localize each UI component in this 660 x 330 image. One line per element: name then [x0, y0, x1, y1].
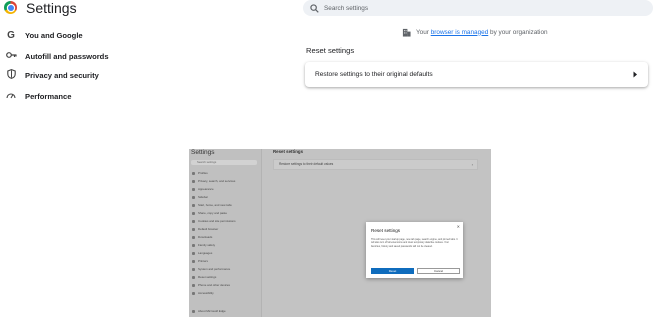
close-icon: ✕ [456, 224, 460, 229]
search-icon [310, 3, 319, 13]
embedded-reset-dialog: Reset settings ✕ This will reset your st… [366, 222, 463, 278]
managed-suffix: by your organization [490, 28, 548, 36]
google-g-icon: G [7, 29, 15, 41]
search-input[interactable]: Search settings [303, 0, 653, 16]
search-placeholder: Search settings [324, 4, 369, 12]
sidebar-item-autofill[interactable]: Autofill and passwords [5, 49, 109, 63]
embedded-sidebar-item: Accessibility [192, 291, 214, 295]
embedded-sidebar-item: Sidebar [192, 195, 208, 199]
arrow-right-icon [633, 71, 637, 78]
sidebar-item-privacy[interactable]: Privacy and security [5, 68, 99, 82]
shield-icon [5, 68, 17, 82]
embedded-sidebar-item: About Microsoft Edge [192, 309, 226, 313]
embedded-sidebar-item: Family safety [192, 243, 215, 247]
embedded-search: Search settings [191, 160, 257, 165]
sidebar-item-label: Performance [25, 91, 72, 101]
embedded-screenshot: Settings Search settings Profiles Privac… [189, 149, 491, 317]
embedded-cancel-button: Cancel [417, 268, 460, 274]
sidebar-item-label: You and Google [25, 30, 83, 40]
embedded-section-title: Reset settings [273, 149, 304, 154]
managed-link[interactable]: browser is managed [431, 29, 489, 36]
embedded-sidebar-item: Profiles [192, 171, 208, 175]
embedded-sidebar-item: Downloads [192, 235, 212, 239]
embedded-sidebar-item: Start, home, and new tabs [192, 203, 232, 207]
embedded-search-placeholder: Search settings [197, 160, 217, 164]
embedded-reset-button: Reset [371, 268, 414, 274]
reset-settings-card: Restore settings to their original defau… [305, 62, 648, 87]
embedded-sidebar-item: Appearance [192, 187, 214, 191]
building-icon [402, 28, 411, 37]
embedded-sidebar-item: Reset settings [192, 275, 216, 279]
embedded-sidebar-item: Languages [192, 251, 212, 255]
embedded-sidebar-item: Privacy, search, and services [192, 179, 235, 183]
chrome-logo-icon [4, 1, 17, 14]
restore-defaults-row[interactable]: Restore settings to their original defau… [305, 62, 648, 87]
embedded-title: Settings [191, 149, 215, 156]
sidebar-item-label: Privacy and security [25, 70, 99, 80]
embedded-reset-row-label: Restore settings to their default values [279, 162, 334, 166]
embedded-sidebar: Settings Search settings Profiles Privac… [189, 149, 261, 317]
restore-defaults-label: Restore settings to their original defau… [315, 71, 433, 78]
embedded-arrow-icon: › [471, 162, 473, 167]
key-icon [5, 51, 17, 62]
sidebar-item-performance[interactable]: Performance [5, 89, 71, 103]
embedded-reset-row: Restore settings to their default values… [273, 159, 478, 170]
embedded-sidebar-item: System and performance [192, 267, 230, 271]
speedometer-icon [5, 91, 17, 102]
sidebar-item-you-and-google[interactable]: G You and Google [5, 28, 83, 42]
sidebar-item-label: Autofill and passwords [25, 51, 109, 61]
section-title: Reset settings [306, 46, 355, 55]
managed-notice: Your browser is managed by your organiza… [402, 27, 548, 37]
embedded-sidebar-item: Printers [192, 259, 208, 263]
page-title: Settings [26, 0, 77, 16]
embedded-sidebar-item: Share, copy and paste [192, 211, 227, 215]
embedded-sidebar-item: Default browser [192, 227, 218, 231]
embedded-dialog-title: Reset settings [371, 228, 401, 233]
embedded-sidebar-item: Phone and other devices [192, 283, 230, 287]
embedded-sidebar-item: Cookies and site permissions [192, 219, 236, 223]
embedded-dialog-body: This will reset your startup page, new t… [371, 238, 458, 248]
managed-prefix: Your [416, 28, 429, 36]
embedded-divider [261, 149, 262, 317]
